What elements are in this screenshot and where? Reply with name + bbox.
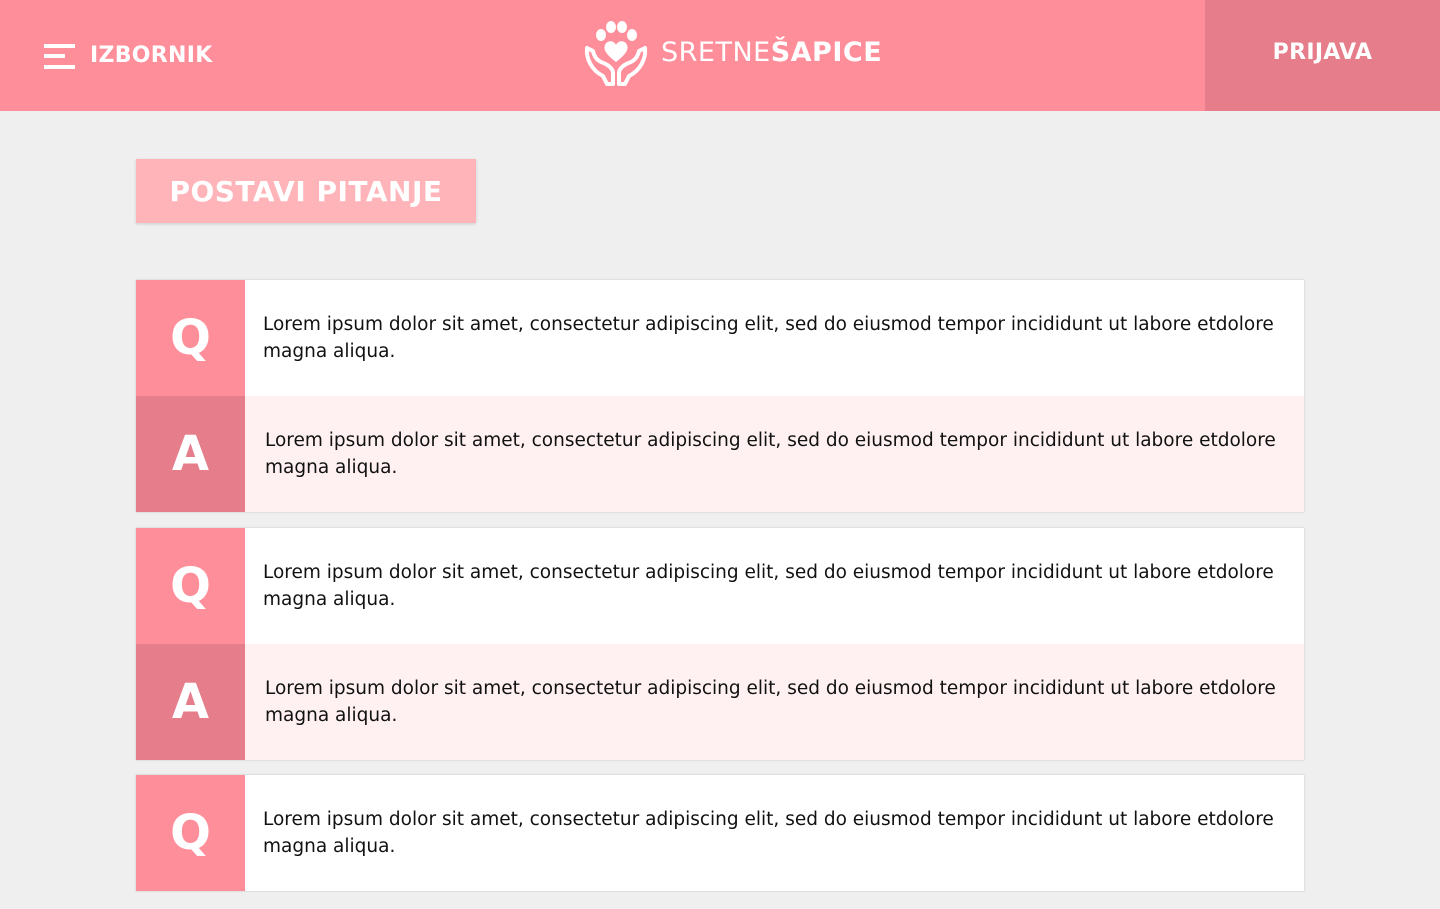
site-logo[interactable]: SRETNEŠAPICE <box>583 18 882 86</box>
answer-body: Lorem ipsum dolor sit amet, consectetur … <box>245 644 1304 760</box>
menu-button[interactable]: IZBORNIK <box>44 36 213 74</box>
qa-card: Q Lorem ipsum dolor sit amet, consectetu… <box>136 775 1304 891</box>
question-text: Lorem ipsum dolor sit amet, consectetur … <box>263 314 1274 362</box>
paw-in-hands-icon <box>584 21 648 86</box>
qa-card: Q Lorem ipsum dolor sit amet, consectetu… <box>136 528 1304 760</box>
question-text: Lorem ipsum dolor sit amet, consectetur … <box>263 809 1274 857</box>
question-body: Lorem ipsum dolor sit amet, consectetur … <box>245 280 1304 396</box>
question-marker: Q <box>136 528 245 644</box>
answer-text: Lorem ipsum dolor sit amet, consectetur … <box>265 678 1276 726</box>
answer-row: A Lorem ipsum dolor sit amet, consectetu… <box>136 644 1304 760</box>
question-row: Q Lorem ipsum dolor sit amet, consectetu… <box>136 528 1304 644</box>
hamburger-menu-icon[interactable] <box>44 41 75 70</box>
question-row: Q Lorem ipsum dolor sit amet, consectetu… <box>136 775 1304 891</box>
question-row: Q Lorem ipsum dolor sit amet, consectetu… <box>136 280 1304 396</box>
qa-list: Q Lorem ipsum dolor sit amet, consectetu… <box>136 280 1304 909</box>
qa-card: Q Lorem ipsum dolor sit amet, consectetu… <box>136 280 1304 512</box>
answer-text: Lorem ipsum dolor sit amet, consectetur … <box>265 430 1276 478</box>
logo-text: SRETNEŠAPICE <box>661 37 882 68</box>
ask-question-label[interactable]: POSTAVI PITANJE <box>169 175 442 208</box>
logo-text-light: SRETNE <box>661 36 771 68</box>
logo-text-bold: ŠAPICE <box>770 36 883 68</box>
top-header: IZBORNIK SRETNEŠAPICE PRIJAVA <box>0 0 1440 111</box>
question-marker: Q <box>136 775 245 891</box>
login-button[interactable]: PRIJAVA <box>1205 0 1440 111</box>
answer-row: A Lorem ipsum dolor sit amet, consectetu… <box>136 396 1304 512</box>
question-body: Lorem ipsum dolor sit amet, consectetur … <box>245 775 1304 891</box>
answer-marker: A <box>136 644 245 760</box>
menu-label[interactable]: IZBORNIK <box>90 43 213 68</box>
login-label[interactable]: PRIJAVA <box>1273 40 1373 65</box>
answer-marker: A <box>136 396 245 512</box>
answer-body: Lorem ipsum dolor sit amet, consectetur … <box>245 396 1304 512</box>
question-marker: Q <box>136 280 245 396</box>
question-text: Lorem ipsum dolor sit amet, consectetur … <box>263 562 1274 610</box>
question-body: Lorem ipsum dolor sit amet, consectetur … <box>245 528 1304 644</box>
ask-question-button[interactable]: POSTAVI PITANJE <box>136 159 476 223</box>
